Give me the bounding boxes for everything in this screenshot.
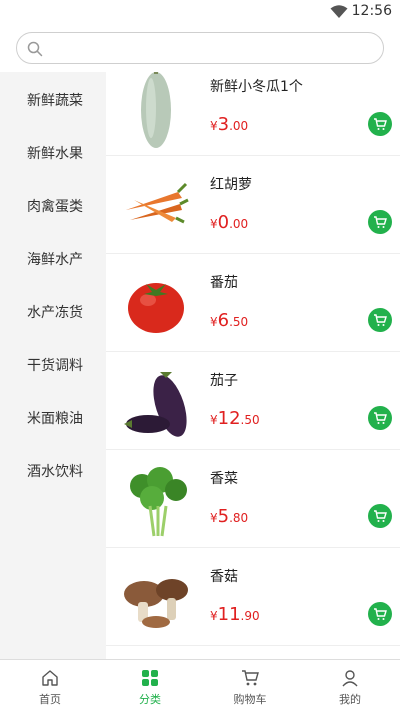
cart-icon (242, 670, 259, 686)
product-card[interactable]: 茄子 ¥12.50 (106, 352, 400, 450)
sidebar-item-meat-eggs[interactable]: 肉禽蛋类 (0, 179, 106, 232)
user-icon (342, 670, 358, 687)
add-to-cart-button[interactable] (368, 602, 392, 626)
product-name: 番茄 (210, 275, 238, 291)
add-to-cart-button[interactable] (368, 112, 392, 136)
product-price: ¥0.00 (210, 212, 249, 233)
tab-me-label: 我的 (339, 693, 361, 706)
category-icon (142, 670, 158, 686)
product-price: ¥11.90 (210, 604, 260, 625)
product-card[interactable]: 香菜 ¥5.80 (106, 450, 400, 548)
sidebar-item-fresh-vegetables[interactable]: 新鲜蔬菜 (0, 73, 106, 126)
sidebar-item-seafood[interactable]: 海鲜水产 (0, 232, 106, 285)
sidebar-item-rice-flour-oil[interactable]: 米面粮油 (0, 391, 106, 444)
product-list: 新鲜小冬瓜1个 ¥3.00 红胡萝 ¥0.00 番茄 ¥6.50 茄子 ¥12.… (106, 72, 400, 659)
cart-icon (374, 118, 387, 130)
tab-home-label: 首页 (39, 693, 61, 706)
cart-icon (374, 412, 387, 424)
search-box[interactable] (16, 32, 384, 64)
eggplant-image (124, 372, 187, 437)
product-card[interactable]: 香菇 ¥11.90 (106, 548, 400, 646)
wifi-icon (330, 5, 348, 18)
search-bar (0, 24, 400, 72)
product-card[interactable]: 番茄 ¥6.50 (106, 254, 400, 352)
product-name: 红胡萝 (210, 177, 252, 193)
product-price: ¥5.80 (210, 506, 249, 527)
status-bar: 12:56 (0, 0, 400, 24)
product-card[interactable]: 红胡萝 ¥0.00 (106, 156, 400, 254)
sidebar-item-drinks[interactable]: 酒水饮料 (0, 444, 106, 497)
product-name: 香菜 (210, 471, 238, 487)
tab-cart[interactable]: 购物车 (200, 660, 300, 710)
tab-me[interactable]: 我的 (300, 660, 400, 710)
product-name: 香菇 (210, 569, 238, 585)
category-sidebar: 新鲜蔬菜 新鲜水果 肉禽蛋类 海鲜水产 水产冻货 干货调料 米面粮油 酒水饮料 (0, 73, 106, 497)
cart-icon (374, 314, 387, 326)
add-to-cart-button[interactable] (368, 504, 392, 528)
product-name: 茄子 (210, 373, 238, 389)
tab-cart-label: 购物车 (233, 693, 267, 706)
tab-home[interactable]: 首页 (0, 660, 100, 710)
mushroom-image (124, 579, 188, 628)
product-card[interactable]: 新鲜小冬瓜1个 ¥3.00 (106, 72, 400, 156)
cart-icon (374, 510, 387, 522)
add-to-cart-button[interactable] (368, 406, 392, 430)
bottom-tab-bar: 首页 分类 购物车 我的 (0, 659, 400, 710)
cart-icon (374, 608, 387, 620)
coriander-image (130, 467, 187, 537)
add-to-cart-button[interactable] (368, 210, 392, 234)
product-price: ¥12.50 (210, 408, 260, 429)
winter-melon-image (141, 72, 171, 148)
sidebar-item-frozen-seafood[interactable]: 水产冻货 (0, 285, 106, 338)
product-price: ¥6.50 (210, 310, 249, 331)
product-price: ¥3.00 (210, 114, 249, 135)
cart-icon (374, 216, 387, 228)
sidebar-item-dried-seasoning[interactable]: 干货调料 (0, 338, 106, 391)
tab-category[interactable]: 分类 (100, 660, 200, 710)
tab-category-label: 分类 (139, 693, 161, 706)
product-name: 新鲜小冬瓜1个 (210, 79, 303, 95)
carrot-image (126, 182, 189, 224)
sidebar-item-fresh-fruit[interactable]: 新鲜水果 (0, 126, 106, 179)
tomato-image (128, 283, 184, 333)
search-input[interactable] (51, 37, 371, 59)
home-icon (42, 670, 58, 686)
add-to-cart-button[interactable] (368, 308, 392, 332)
status-time: 12:56 (351, 3, 392, 19)
search-icon (27, 41, 43, 57)
